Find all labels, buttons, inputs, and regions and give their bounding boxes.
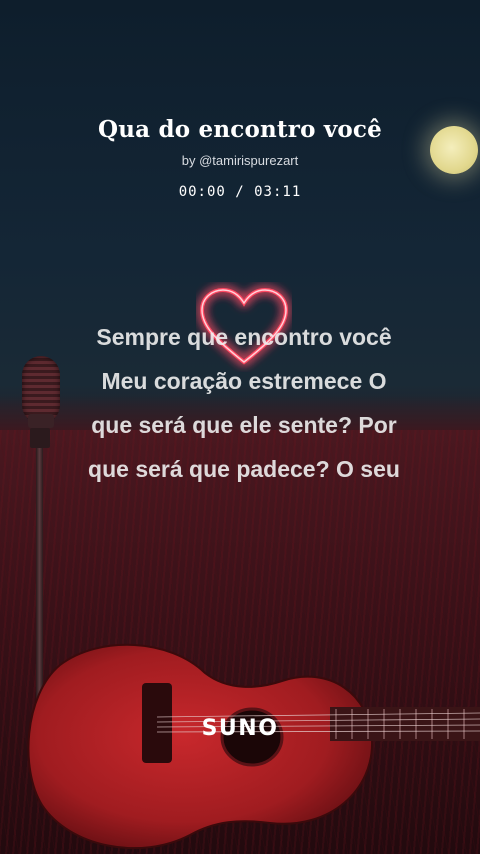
artist-handle: by @tamirispurezart	[181, 153, 299, 168]
song-header: Qua do encontro você by @tamirispurezart…	[0, 116, 480, 200]
lyric-line: Sempre que encontro você	[96, 324, 392, 350]
song-title: Qua do encontro você	[98, 116, 382, 143]
video-frame: Qua do encontro você by @tamirispurezart…	[0, 0, 480, 854]
playback-time: 00:00 / 03:11	[178, 184, 302, 200]
suno-logo: SUNO	[201, 716, 279, 741]
lyrics-block: Sempre que encontro você Meu coração est…	[44, 315, 444, 491]
lyric-line: que será que ele sente? Por	[91, 412, 397, 438]
lyric-line: que será que padece? O seu	[88, 456, 400, 482]
lyric-line: Meu coração estremece O	[101, 368, 387, 394]
